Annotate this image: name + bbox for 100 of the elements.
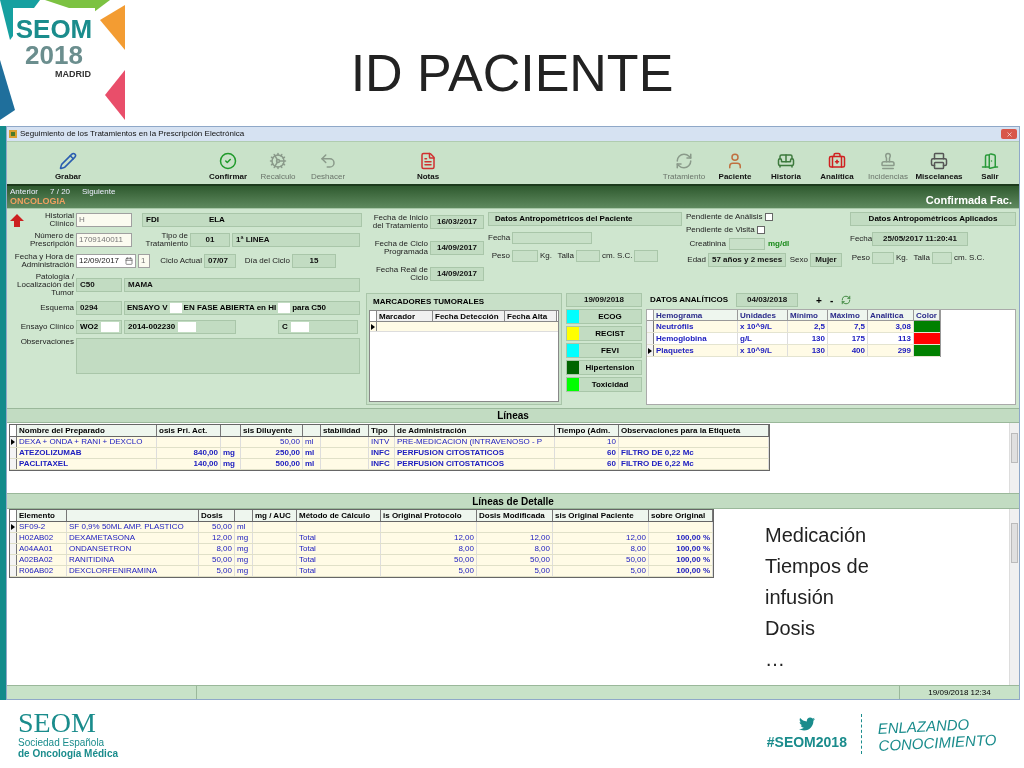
row-selector[interactable] (647, 345, 654, 356)
scrollbar[interactable] (1009, 423, 1019, 493)
table-cell: 100,00 % (649, 544, 713, 554)
checkbox[interactable]: Pendiente de Análisis (686, 212, 846, 222)
input-field[interactable]: 1709140011 (76, 233, 132, 247)
toolbar-button[interactable]: Notas (403, 152, 453, 184)
note-line: Dosis (765, 616, 816, 641)
table-row[interactable]: Plaquetes x 10^9/L 130 400 299 (647, 345, 940, 357)
field-label: Creatinina (688, 240, 726, 248)
observations-field[interactable] (76, 338, 360, 374)
field-value: 04/03/2018 (736, 293, 799, 307)
toolbar-button[interactable]: Historia (761, 152, 811, 184)
row-selector[interactable] (370, 322, 377, 331)
door-icon (981, 152, 999, 170)
table-row[interactable]: ATEZOLIZUMAB 840,00 mg 250,00 ml INFC PERFUSION CITOSTATICOS 60 FILTRO DE 0,22 Mc (10, 448, 769, 459)
field-value: 19/09/2018 (566, 293, 642, 307)
table-cell: 500,00 (241, 459, 303, 469)
table-row[interactable]: SF09-2 SF 0,9% 50ML AMP. PLASTICO 50,00 ml (10, 522, 713, 533)
close-button[interactable] (1001, 129, 1017, 139)
evaluation-button[interactable]: ECOG (566, 309, 642, 324)
note-line: … (765, 647, 786, 672)
input-field[interactable] (512, 250, 538, 262)
column-header: Color (914, 310, 940, 320)
toolbar-button[interactable]: Paciente (710, 152, 760, 184)
field-value: 14/09/2017 (430, 267, 484, 281)
medical-case-icon (828, 152, 846, 170)
table-row[interactable]: H02AB02 DEXAMETASONA 12,00 mg Total 12,00 12,00 12,00 100,00 % (10, 533, 713, 544)
table-cell: DEXCLORFENIRAMINA (67, 566, 199, 576)
previous-link[interactable]: Anterior (10, 187, 38, 196)
table-row[interactable]: DEXA + ONDA + RANI + DEXCLO 50,00 ml INTV PRE-MEDICACION (INTRAVENOSO - P 10 (10, 437, 769, 448)
bird-icon (798, 715, 815, 732)
table-cell: RANITIDINA (67, 555, 199, 565)
field-label: Talla (556, 252, 574, 260)
table-cell: 5,00 (553, 566, 649, 576)
sofa-icon (777, 152, 795, 170)
field-label: Fecha (850, 235, 870, 243)
checkbox[interactable]: Pendiente de Visita (686, 225, 846, 235)
input-field[interactable] (576, 250, 600, 262)
org-name-line: Sociedad Española (18, 737, 105, 748)
input-field[interactable] (932, 252, 952, 264)
input-field[interactable]: H (76, 213, 132, 227)
table-cell: INFC (369, 448, 395, 458)
column-header: sis Original Paciente (553, 510, 649, 521)
table-row[interactable]: A04AA01 ONDANSETRON 8,00 mg Total 8,00 8,00 8,00 100,00 % (10, 544, 713, 555)
column-header: Mínimo (788, 310, 828, 320)
field-label: Fecha de Ciclo Programada (373, 240, 428, 256)
field-label: Sexo (788, 256, 808, 264)
date-field[interactable]: 12/09/2017 (76, 254, 136, 268)
field-value: 25/05/2017 11:20:41 (872, 232, 968, 246)
row-selector[interactable] (10, 437, 17, 447)
input-field[interactable]: 1 (138, 254, 150, 268)
table-cell: SF09-2 (17, 522, 67, 532)
field-label: Número de Prescripción (29, 232, 74, 248)
row-selector[interactable] (10, 522, 17, 532)
input-field[interactable] (634, 250, 659, 262)
row-pointer-icon (11, 439, 15, 445)
field-value: C50 (76, 278, 122, 292)
field-label: Patología / Localización del Tumor (16, 273, 74, 297)
input-field[interactable] (512, 232, 592, 244)
section-title: Líneas de Detalle (472, 494, 554, 509)
table-cell: DEXAMETASONA (67, 533, 199, 543)
field-label: Ensayo Clínico (19, 323, 74, 331)
toolbar-button[interactable]: Confirmar (203, 152, 253, 184)
table-cell: 130 (788, 333, 828, 344)
toolbar-button[interactable]: Salir (965, 152, 1015, 184)
field-label: Peso (850, 254, 870, 262)
slide-title: ID PACIENTE (350, 43, 674, 104)
table-row[interactable]: A02BA02 RANITIDINA 50,00 mg Total 50,00 50,00 50,00 100,00 % (10, 555, 713, 566)
table-cell: 60 (555, 459, 619, 469)
input-field[interactable] (729, 238, 765, 250)
scrollbar[interactable] (1009, 509, 1019, 685)
next-link[interactable]: Siguiente (82, 187, 116, 196)
column-header: Unidades (738, 310, 788, 320)
evaluation-button[interactable]: Toxicidad (566, 377, 642, 392)
toolbar-button[interactable]: Miscelaneas (914, 152, 964, 184)
column-header: Fecha Alta (505, 311, 557, 321)
table-cell: 400 (828, 345, 868, 356)
field-value: 1ª LINEA (232, 233, 360, 247)
evaluation-button[interactable]: Hipertension (566, 360, 642, 375)
section-title: DATOS ANALÍTICOS (650, 294, 729, 306)
toolbar-button[interactable]: Analítica (812, 152, 862, 184)
column-header: sobre Original (649, 510, 713, 521)
field-value: 15 (292, 254, 336, 268)
logo-city: MADRID (55, 68, 91, 82)
table-row[interactable]: R06AB02 DEXCLORFENIRAMINA 5,00 mg Total 5,00 5,00 5,00 100,00 % (10, 566, 713, 577)
field-label: Fecha Real de Ciclo (374, 266, 428, 282)
table-row[interactable]: Neutrófils x 10^9/L 2,5 7,5 3,08 (647, 321, 940, 333)
input-field[interactable] (872, 252, 894, 264)
table-cell: 8,00 (199, 544, 235, 554)
add-button[interactable]: + (816, 292, 822, 308)
calendar-icon (125, 257, 133, 265)
remove-button[interactable]: - (829, 292, 834, 308)
toolbar-button[interactable]: Grabar (43, 152, 93, 184)
check-circle-icon (219, 152, 237, 170)
evaluation-button[interactable]: FEVI (566, 343, 642, 358)
table-row[interactable]: PACLITAXEL 140,00 mg 500,00 ml INFC PERFUSION CITOSTATICOS 60 FILTRO DE 0,22 Mc (10, 459, 769, 470)
column-header (221, 425, 241, 436)
evaluation-button[interactable]: RECIST (566, 326, 642, 341)
table-row[interactable]: Hemoglobina g/L 130 175 113 (647, 333, 940, 345)
field-value: 57 años y 2 meses (708, 253, 786, 267)
